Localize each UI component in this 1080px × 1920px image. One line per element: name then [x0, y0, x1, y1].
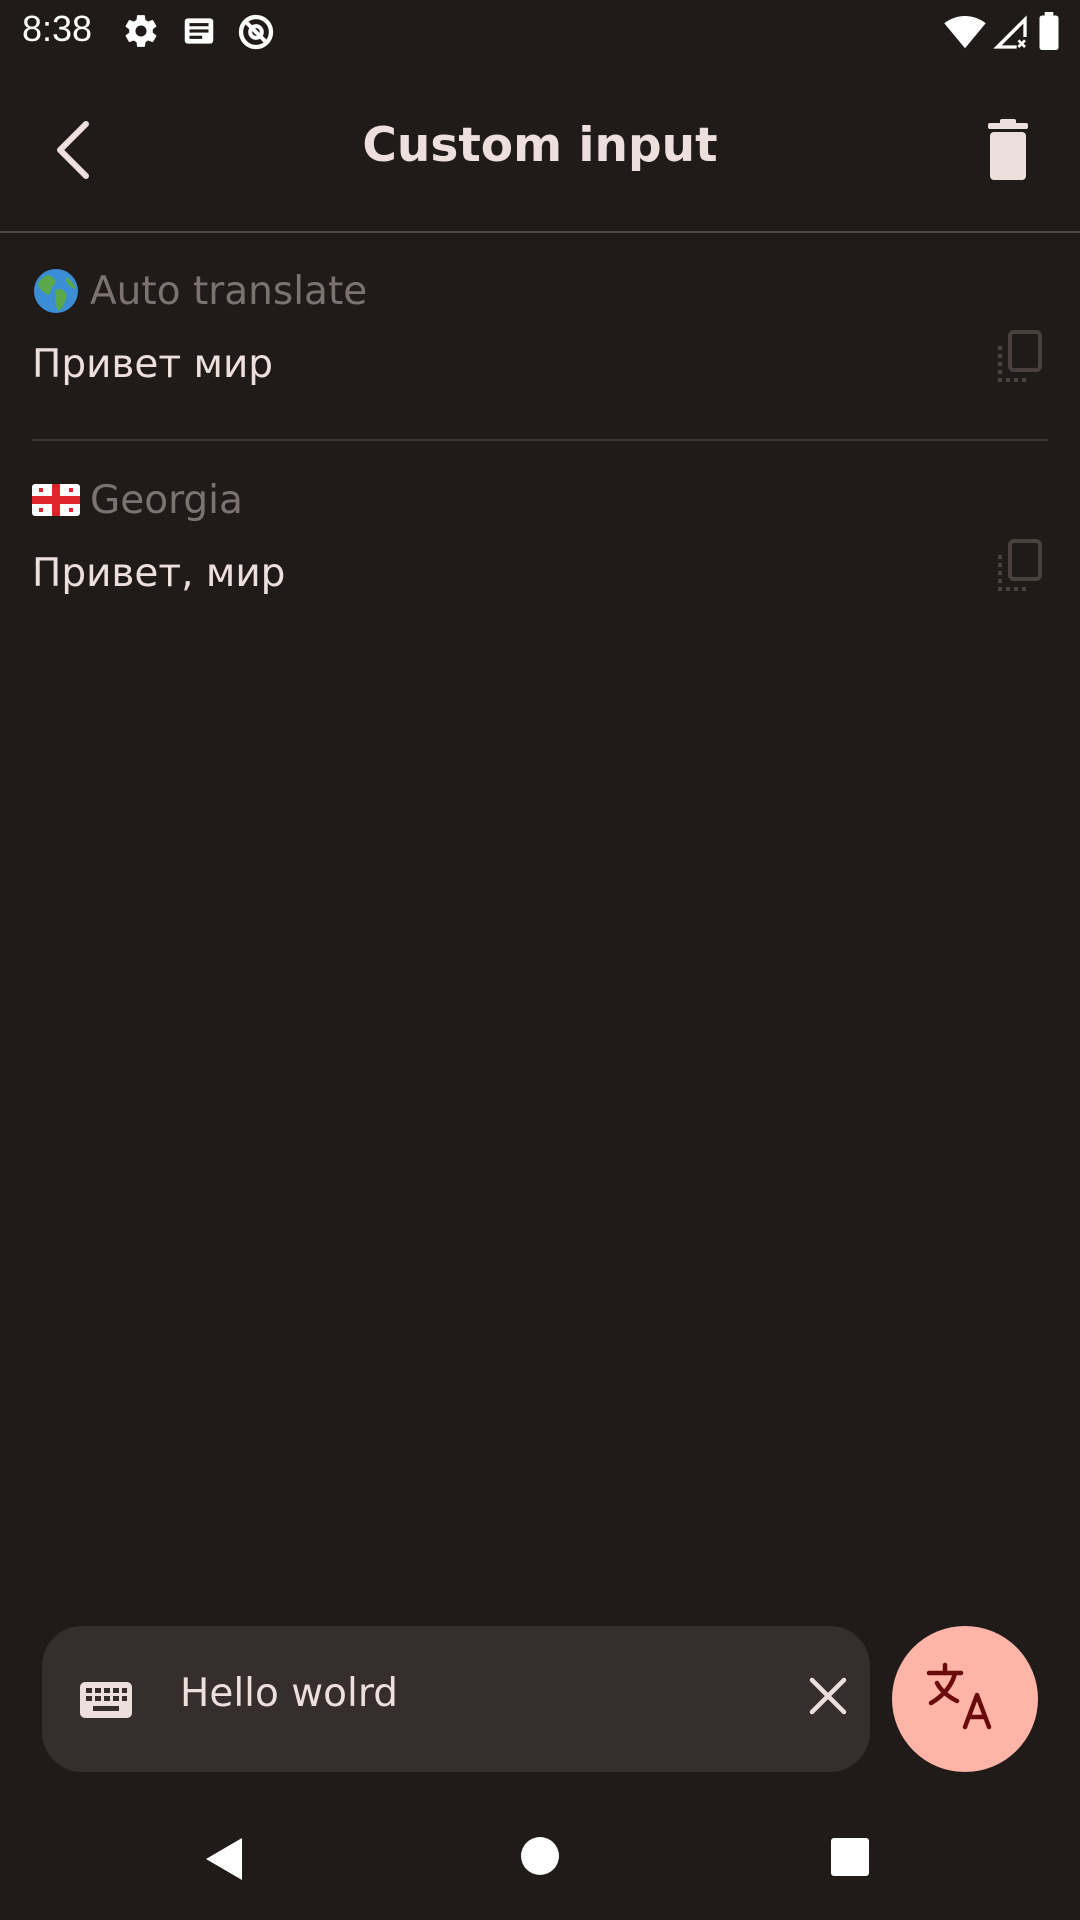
nav-home-button[interactable]: [520, 1836, 560, 1880]
nav-back-button[interactable]: [204, 1836, 244, 1886]
nav-recents-icon: [831, 1838, 869, 1876]
trash-icon: [988, 119, 1028, 180]
translate-icon: [926, 1662, 992, 1730]
settings-icon: [122, 12, 160, 54]
nav-recents-button[interactable]: [830, 1837, 870, 1881]
globe-europe-africa-icon: [32, 267, 80, 315]
at-sign-icon: [236, 12, 276, 56]
system-navigation-bar: [0, 1792, 1080, 1920]
result-item-auto: Auto translate Привет мир: [32, 264, 1048, 387]
close-icon: [809, 1677, 847, 1715]
copy-icon: [998, 539, 1042, 591]
status-bar: 8:38: [0, 0, 1080, 63]
page-title: Custom input: [362, 118, 718, 173]
result-language-label: Georgia: [90, 477, 243, 523]
result-translation-text[interactable]: Привет мир: [32, 342, 273, 387]
keyboard-icon: [78, 1672, 134, 1728]
text-input-field[interactable]: [180, 1671, 760, 1716]
battery-icon: [1038, 12, 1060, 54]
result-language: Georgia: [32, 473, 243, 527]
copy-button[interactable]: [992, 328, 1048, 388]
divider: [32, 439, 1048, 441]
news-icon: [180, 12, 218, 54]
copy-icon: [998, 330, 1042, 382]
wifi-icon: [944, 12, 986, 54]
signal-icon: [990, 12, 1030, 56]
clear-button[interactable]: [798, 1666, 858, 1726]
copy-button[interactable]: [992, 537, 1048, 597]
result-language-label: Auto translate: [90, 268, 368, 314]
translate-button[interactable]: [892, 1626, 1038, 1772]
nav-back-icon: [206, 1838, 242, 1880]
custom-input-screen: 8:38 Custom input Auto translate Привет …: [0, 0, 1080, 1920]
result-item-georgia: Georgia Привет, мир: [32, 473, 1048, 596]
nav-home-icon: [521, 1837, 559, 1875]
result-language: Auto translate: [32, 264, 367, 318]
status-time: 8:38: [22, 8, 93, 49]
result-translation-text[interactable]: Привет, мир: [32, 551, 285, 596]
flag-georgia-icon: [32, 476, 80, 524]
delete-button[interactable]: [968, 111, 1048, 191]
app-bar: Custom input: [0, 63, 1080, 233]
text-input-bar[interactable]: [42, 1626, 870, 1772]
